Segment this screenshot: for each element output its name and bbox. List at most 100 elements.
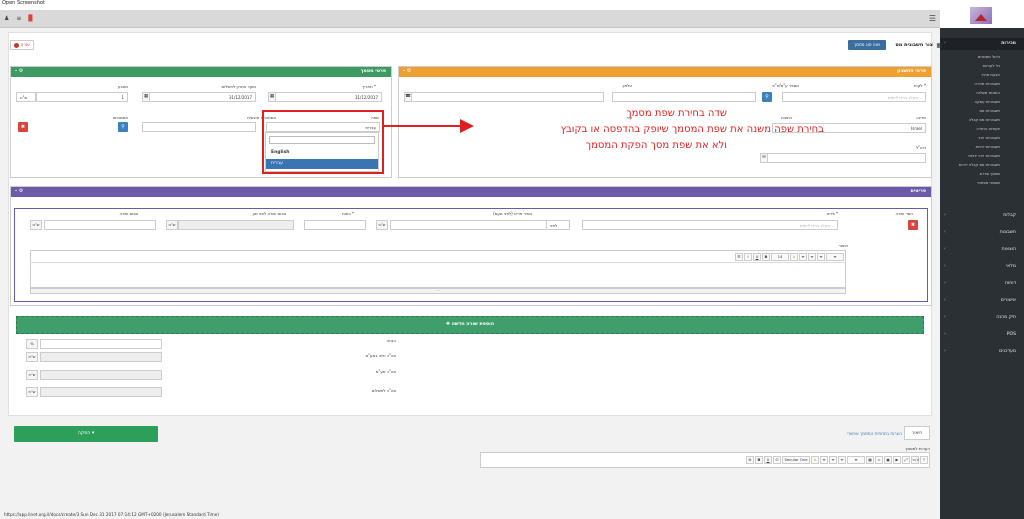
ol-icon[interactable]: ≡ <box>829 456 837 464</box>
annotation-line-1: שדה בחירת שפת מסמך <box>626 108 727 119</box>
phone-icon: ☎ <box>404 92 412 102</box>
tab-footer-notes[interactable]: הערות בתחתית המסמך אפשרי <box>847 431 902 436</box>
sidebar-item-stock[interactable]: ‹ מלאי <box>940 261 1024 273</box>
remove-row-icon[interactable]: ✖ <box>908 220 918 230</box>
sidebar-sub-14[interactable]: מסמכי מפתחי <box>978 180 1000 185</box>
fullscreen-icon[interactable]: ⤢ <box>902 456 910 464</box>
sidebar-item-file[interactable]: ‹ תיק מהנה <box>940 312 1024 324</box>
logo[interactable] <box>970 7 992 24</box>
underline-icon[interactable]: U <box>753 253 761 261</box>
ul-icon[interactable]: ≡ <box>820 456 828 464</box>
menu-icon[interactable]: ☰ <box>929 14 936 23</box>
editor-divider <box>30 262 846 263</box>
share-icon[interactable]: ≡ <box>16 15 21 22</box>
paragraph-icon[interactable]: ≡ <box>847 456 865 464</box>
tab-description[interactable]: תיאור <box>904 426 930 440</box>
table-icon[interactable]: ▦ <box>866 456 874 464</box>
italic-icon[interactable]: I <box>744 253 752 261</box>
sidebar-item-pos[interactable]: ‹ POS <box>940 329 1024 341</box>
customer-input[interactable]: הקלד ברכי לחפש... <box>782 92 926 102</box>
currency-select[interactable]: ש"ח <box>16 92 36 102</box>
sidebar-sub-10[interactable]: חשבוניות ידניות <box>976 144 1000 149</box>
vat-input[interactable] <box>612 92 756 102</box>
quantity-input[interactable] <box>304 220 366 230</box>
sidebar-sub-9[interactable]: חשבוניות זיכוי <box>978 135 1000 140</box>
code-icon[interactable]: ⊛ <box>746 456 754 464</box>
search-icon[interactable]: ⚲ <box>762 92 772 102</box>
discount-input[interactable] <box>40 339 162 349</box>
add-row-button[interactable]: ✚ הוספת שורה חדשה <box>16 316 924 334</box>
vat-amount-input <box>40 370 162 380</box>
due-date-input[interactable]: 31/12/2017 <box>142 92 256 102</box>
price-type-select[interactable]: לפני <box>546 220 570 230</box>
sidebar-sub-1[interactable]: כל לקוחות <box>983 63 1000 68</box>
currency-rate-input[interactable]: 1 <box>36 92 128 102</box>
remove-icon[interactable]: ✖ <box>18 122 28 132</box>
sidebar-sub-13[interactable]: מסמך שדרוג <box>980 171 1000 176</box>
annotation-line-2: בחירת שפה משנה את שפת המסמך שיופק בהדפסה… <box>560 124 824 135</box>
price-input[interactable] <box>390 220 570 230</box>
font-size-select[interactable]: 14 <box>771 253 789 261</box>
calendar-icon[interactable]: ▦ <box>268 92 276 102</box>
format-icon[interactable]: ☰ <box>735 253 743 261</box>
collapse-icon[interactable]: - ⚙ <box>403 68 411 74</box>
sidebar-item-updates[interactable]: ‹ מעדכנים <box>940 346 1024 358</box>
sidebar-item-expenses[interactable]: ‹ הוצאות <box>940 244 1024 256</box>
doc-panel-header: פרטי מסמך - ⚙ <box>11 67 391 77</box>
sidebar-sub-3[interactable]: חשבוניות מכירה <box>974 81 1000 86</box>
video-icon[interactable]: ▶ <box>893 456 901 464</box>
image-icon[interactable]: ▣ <box>884 456 892 464</box>
sidebar-item-accounts[interactable]: ‹ חשבונות <box>940 227 1024 239</box>
sidebar-sub-6[interactable]: חשבוניות מס <box>979 108 1000 113</box>
help-icon[interactable]: ? <box>920 456 928 464</box>
sidebar-sub-2[interactable]: הצעת מחיר <box>981 72 1000 77</box>
sidebar-sub-0[interactable]: ניהול מסמכים <box>978 54 1000 59</box>
source-icon[interactable]: </> <box>911 456 920 464</box>
sidebar-item-reports[interactable]: ‹ דוחות <box>940 278 1024 290</box>
chevron-icon: ‹ <box>944 40 946 46</box>
help-icon <box>14 42 20 48</box>
collapse-icon[interactable]: - ⚙ <box>15 68 23 74</box>
line-total-input[interactable] <box>44 220 156 230</box>
collapse-icon[interactable]: - ⚙ <box>15 188 23 194</box>
ol-icon[interactable]: ≡ <box>808 253 816 261</box>
user-icon[interactable]: ♟ <box>4 15 9 22</box>
item-search-input[interactable]: הקלד ברכי לחפש... <box>582 220 838 230</box>
change-doc-type-button[interactable]: שנה סוג מסמך <box>848 40 886 50</box>
line-pretax-input <box>178 220 294 230</box>
color-icon[interactable]: A <box>790 253 798 261</box>
align-icon[interactable]: ≡ <box>838 456 846 464</box>
sidebar-sub-7[interactable]: חשבוניות מס קבלה <box>969 117 1000 122</box>
sidebar-sub-8[interactable]: תעודות החזרה <box>976 126 1000 131</box>
color-icon[interactable]: A <box>811 456 819 464</box>
sidebar-sub-11[interactable]: חשבוניות זיכוי ידניות <box>968 153 1000 158</box>
eraser-icon[interactable]: ∅ <box>773 456 781 464</box>
top-bar: ♟ ≡ ▉ ☰ <box>0 10 940 28</box>
top-bar-icons: ♟ ≡ ▉ <box>4 15 33 22</box>
help-button[interactable]: עזרה <box>10 40 34 50</box>
sidebar-item-sales[interactable]: ‹ מכירות <box>940 38 1024 50</box>
sidebar-item-approvals[interactable]: ‹ אישורים <box>940 295 1024 307</box>
chart-icon[interactable]: ▉ <box>28 15 33 22</box>
editor-resize-handle[interactable]: ⋯ <box>30 288 846 294</box>
before-vat-input <box>40 352 162 362</box>
ul-icon[interactable]: ≡ <box>799 253 807 261</box>
date-input[interactable]: 31/12/2017 <box>268 92 382 102</box>
email-input[interactable] <box>760 153 926 163</box>
link-icon[interactable]: ∞ <box>875 456 883 464</box>
align-icon[interactable]: ≡ <box>817 253 825 261</box>
external-ref-input[interactable] <box>142 122 256 132</box>
sidebar-sub-5[interactable]: חשבוניות עסקה <box>974 99 1000 104</box>
bold-icon[interactable]: B <box>762 253 770 261</box>
sidebar-item-receipts[interactable]: ‹ קבלות <box>940 210 1024 222</box>
paragraph-icon[interactable]: ≡ <box>826 253 844 261</box>
bold-icon[interactable]: B <box>755 456 763 464</box>
font-name-select[interactable]: Secular One <box>782 456 810 464</box>
search-icon[interactable]: ⚲ <box>118 122 128 132</box>
phone-input[interactable] <box>404 92 604 102</box>
sidebar-sub-12[interactable]: חשבוניות מס קבלה ידניות <box>959 162 1000 167</box>
calendar-icon[interactable]: ▦ <box>142 92 150 102</box>
sidebar-sub-4[interactable]: הזמנות משלוח <box>976 90 1000 95</box>
underline-icon[interactable]: U <box>764 456 772 464</box>
produce-button[interactable]: הפקה ▾ <box>14 426 158 442</box>
